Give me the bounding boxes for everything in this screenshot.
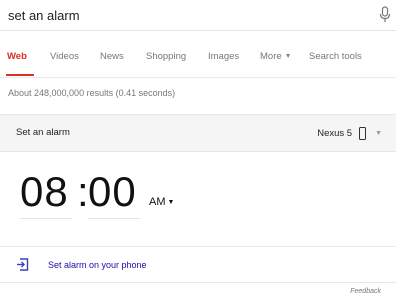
hours-field[interactable]: 08 [20,168,69,216]
hours-underline [20,218,72,219]
set-alarm-link[interactable]: Set alarm on your phone [48,260,147,270]
results-stats: About 248,000,000 results (0.41 seconds) [8,88,176,98]
tab-search-tools[interactable]: Search tools [309,51,362,62]
active-tab-indicator [6,74,34,76]
tab-shopping[interactable]: Shopping [146,51,186,62]
tab-more[interactable]: More ▼ [260,51,292,62]
device-label: Nexus 5 [317,127,353,139]
search-tabs: Web Videos News Shopping Images More ▼ Se… [0,31,396,78]
tab-news[interactable]: News [100,51,124,62]
tab-web[interactable]: Web [7,51,27,62]
time-separator: : [77,168,89,215]
set-alarm-action[interactable]: Set alarm on your phone [0,246,396,284]
tab-images[interactable]: Images [208,51,239,62]
microphone-icon[interactable] [378,6,392,24]
tab-more-label: More [260,51,282,62]
period-selector[interactable]: AM ▼ [149,196,174,208]
alarm-card: Set an alarm Nexus 5 ▼ 08 : 00 AM ▼ Set a… [0,114,396,283]
search-bar [0,0,396,31]
card-title: Set an alarm [16,127,70,138]
dropdown-caret-icon: ▼ [167,199,175,206]
dropdown-caret-icon: ▼ [284,53,292,60]
search-input[interactable] [8,5,368,25]
send-to-phone-icon [17,258,29,271]
minutes-field[interactable]: 00 [88,168,137,216]
minutes-underline [88,218,140,219]
tab-videos[interactable]: Videos [50,51,79,62]
device-selector[interactable]: Nexus 5 ▼ [317,124,382,142]
phone-icon [359,126,367,140]
period-label: AM [149,196,166,208]
dropdown-caret-icon: ▼ [375,129,382,137]
card-header: Set an alarm Nexus 5 ▼ [0,115,396,152]
feedback-link[interactable]: Feedback [350,288,381,295]
